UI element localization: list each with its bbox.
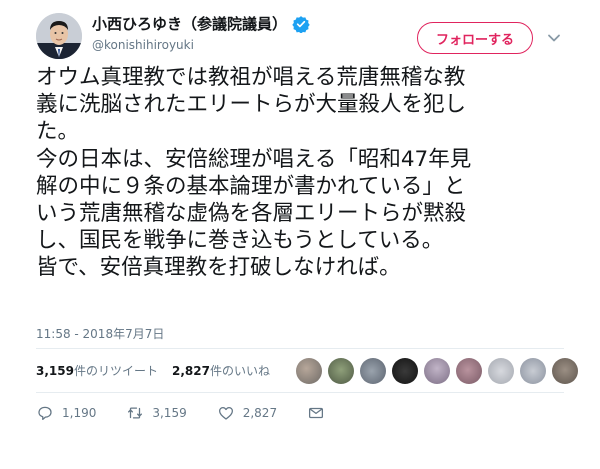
reply-count: 1,190 [62, 406, 97, 420]
reply-button[interactable]: 1,190 [36, 404, 96, 422]
liker-avatar[interactable] [424, 358, 450, 384]
tweet-text-line: いう荒唐無稽な虚偽を各層エリートらが黙殺 [36, 200, 467, 226]
likes-stat-label: 件のいいね [209, 364, 270, 378]
tweet-text-line: 解の中に９条の基本論理が書かれている」と [36, 173, 466, 199]
retweets-stat-label: 件のリツイート [73, 364, 158, 378]
tweet-text-line: 今の日本は、安倍総理が唱える「昭和47年見 [36, 146, 472, 172]
direct-message-button[interactable] [307, 404, 333, 422]
mail-icon [309, 407, 324, 419]
tweet-text-line: し、国民を戦争に巻き込もうとしている。 [36, 228, 444, 254]
retweets-stat-count: 3,159 [36, 364, 74, 378]
liker-avatar[interactable] [296, 358, 322, 384]
user-name-row: 小西ひろゆき（参議院議員） [92, 13, 310, 34]
liker-avatar[interactable] [520, 358, 546, 384]
tweet-card: 小西ひろゆき（参議院議員） @konishihiroyuki フォローする オウ… [0, 0, 600, 469]
likes-stat-count: 2,827 [171, 364, 210, 378]
chevron-down-icon[interactable] [547, 30, 561, 44]
retweet-button[interactable]: 3,159 [126, 404, 187, 422]
divider [36, 348, 564, 349]
liker-avatar[interactable] [360, 358, 386, 384]
like-button[interactable]: 2,827 [217, 404, 277, 422]
liker-avatar[interactable] [392, 358, 418, 384]
liker-avatars [296, 358, 578, 384]
tweet-actions: 1,190 3,159 2,827 [36, 404, 333, 422]
liker-avatar[interactable] [488, 358, 514, 384]
tweet-timestamp[interactable]: 11:58 - 2018年7月7日 [36, 325, 164, 342]
retweet-count: 3,159 [152, 406, 187, 420]
tweet-text: オウム真理教では教祖が唱える荒唐無稽な教 義に洗脳されたエリートらが大量殺人を犯… [36, 64, 596, 282]
liker-avatar[interactable] [328, 358, 354, 384]
tweet-text-line: オウム真理教では教祖が唱える荒唐無稽な教 [36, 65, 466, 90]
likes-stat[interactable]: 2,827件のいいね [172, 362, 270, 379]
tweet-text-line: た。 [36, 119, 80, 145]
tweet-text-line: 皆で、安倍真理教を打破しなければ。 [36, 255, 401, 281]
display-name[interactable]: 小西ひろゆき（参議院議員） [92, 13, 287, 34]
reply-icon [38, 406, 52, 421]
retweet-icon [128, 407, 143, 419]
retweets-stat[interactable]: 3,159件のリツイート [36, 362, 158, 379]
liker-avatar[interactable] [456, 358, 482, 384]
liker-avatar[interactable] [552, 358, 578, 384]
tweet-stats: 3,159件のリツイート 2,827件のいいね [36, 362, 270, 379]
heart-icon [218, 406, 233, 420]
divider [36, 392, 564, 393]
avatar[interactable] [36, 13, 82, 59]
tweet-text-line: 義に洗脳されたエリートらが大量殺人を犯し [36, 92, 467, 118]
verified-badge-icon [292, 15, 310, 34]
follow-button[interactable]: フォローする [417, 22, 533, 54]
user-handle[interactable]: @konishihiroyuki [92, 38, 194, 52]
like-count: 2,827 [242, 406, 278, 420]
avatar-photo [36, 13, 82, 59]
